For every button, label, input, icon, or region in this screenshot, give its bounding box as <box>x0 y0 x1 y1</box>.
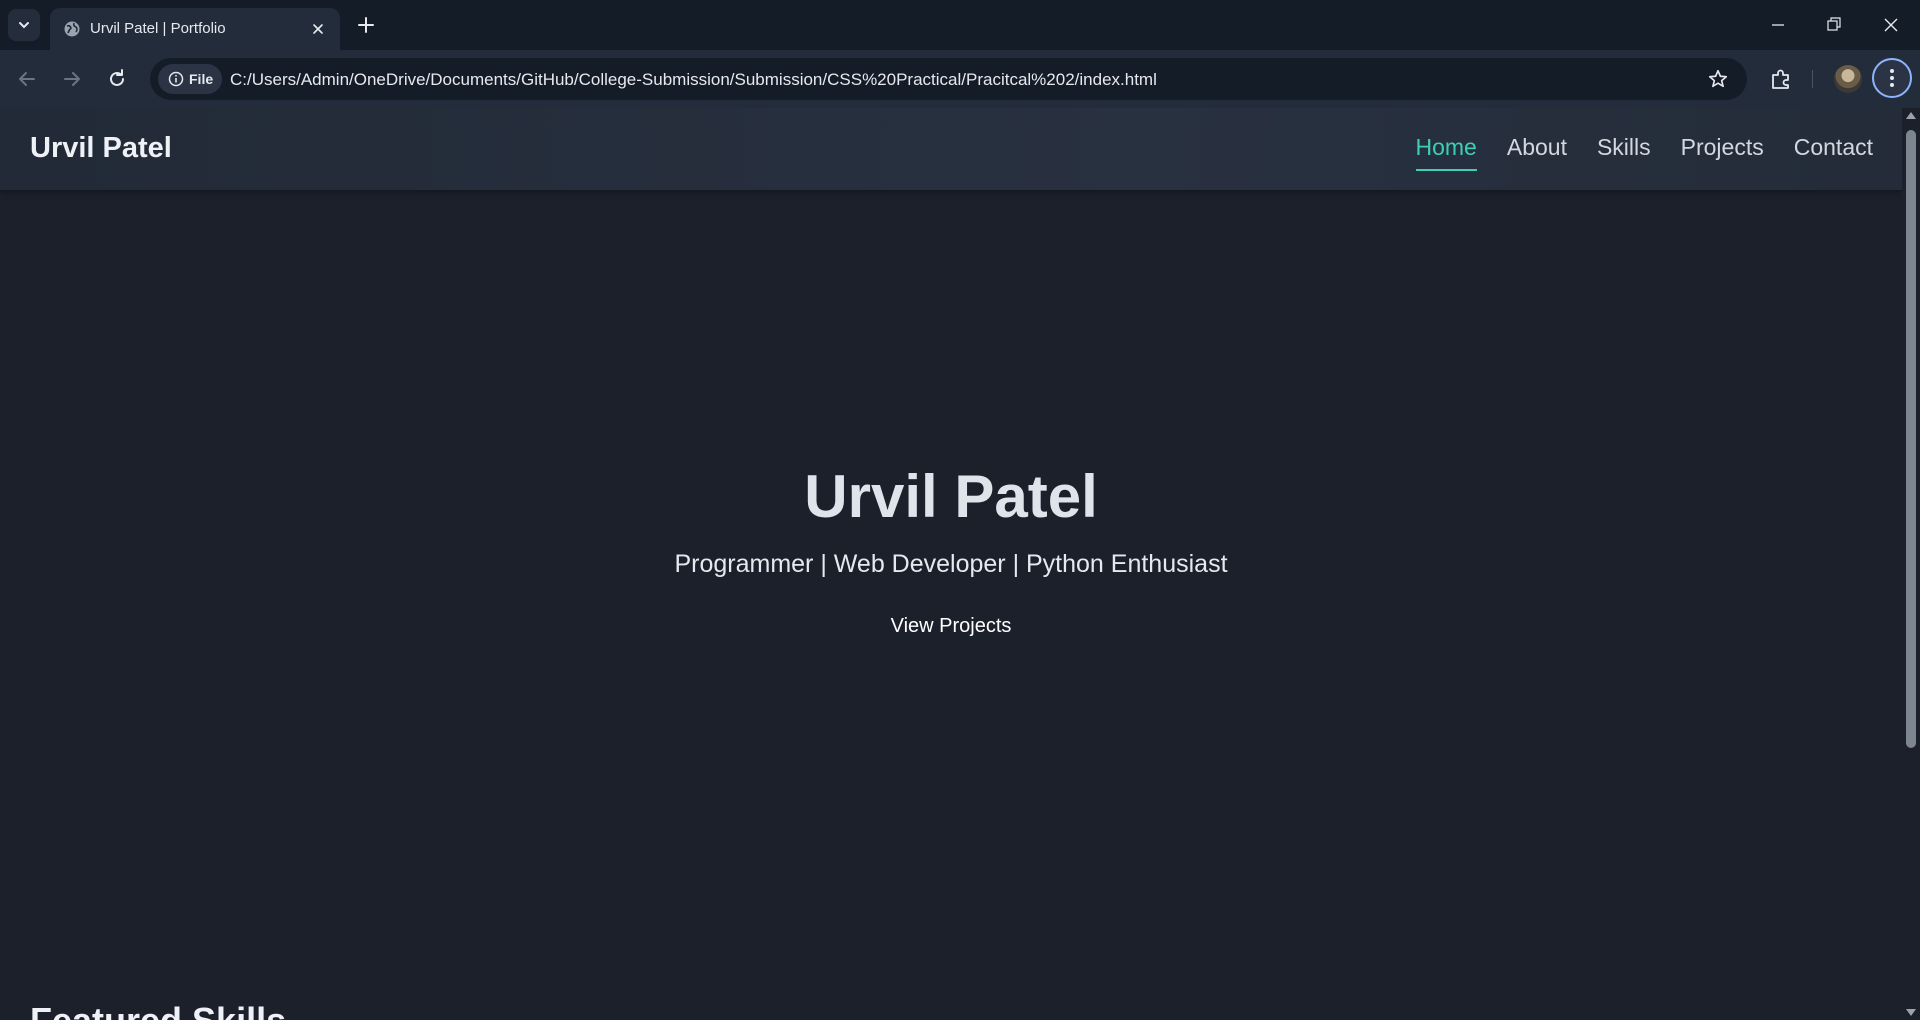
scroll-thumb[interactable] <box>1906 130 1916 748</box>
page-viewport: Urvil Patel Home About Skills Projects C… <box>0 108 1902 1020</box>
nav-links: Home About Skills Projects Contact <box>1415 134 1873 171</box>
nav-link-projects[interactable]: Projects <box>1681 134 1764 171</box>
site-brand[interactable]: Urvil Patel <box>30 132 172 165</box>
site-info-label: File <box>189 71 214 87</box>
star-icon[interactable] <box>1707 68 1729 90</box>
address-bar[interactable]: File C:/Users/Admin/OneDrive/Documents/G… <box>150 58 1747 100</box>
reload-button[interactable] <box>104 66 130 92</box>
url-text[interactable]: C:/Users/Admin/OneDrive/Documents/GitHub… <box>230 70 1157 90</box>
hero-subtitle: Programmer | Web Developer | Python Enth… <box>674 550 1228 578</box>
tab-title: Urvil Patel | Portfolio <box>90 20 226 37</box>
close-icon[interactable] <box>308 19 328 39</box>
scroll-up-arrow[interactable] <box>1906 112 1916 119</box>
globe-icon <box>64 21 80 37</box>
back-button[interactable] <box>14 66 40 92</box>
browser-tab-bar: Urvil Patel | Portfolio <box>0 0 1920 50</box>
chevron-down-icon <box>19 22 29 29</box>
restore-button[interactable] <box>1819 10 1849 40</box>
kebab-icon <box>1890 69 1894 87</box>
page-scrollbar[interactable] <box>1902 108 1920 1020</box>
view-projects-button[interactable]: View Projects <box>891 615 1012 637</box>
minimize-button[interactable] <box>1763 10 1793 40</box>
browser-menu-button[interactable] <box>1872 58 1912 98</box>
info-icon <box>168 71 184 87</box>
browser-tab[interactable]: Urvil Patel | Portfolio <box>50 8 340 50</box>
toolbar-divider <box>1812 70 1813 88</box>
close-window-button[interactable] <box>1876 10 1906 40</box>
profile-avatar[interactable] <box>1834 65 1862 93</box>
new-tab-button[interactable] <box>354 13 378 37</box>
hero-button-row: View Projects <box>0 615 1902 638</box>
forward-button[interactable] <box>59 66 85 92</box>
site-navbar: Urvil Patel Home About Skills Projects C… <box>0 108 1902 190</box>
scroll-down-arrow[interactable] <box>1906 1009 1916 1016</box>
browser-toolbar: File C:/Users/Admin/OneDrive/Documents/G… <box>0 50 1920 108</box>
nav-link-contact[interactable]: Contact <box>1794 134 1873 171</box>
tab-list-button[interactable] <box>8 9 40 41</box>
hero-title: Urvil Patel <box>804 463 1098 530</box>
featured-skills-heading: Featured Skills <box>30 1000 286 1020</box>
nav-link-skills[interactable]: Skills <box>1597 134 1651 171</box>
puzzle-icon[interactable] <box>1768 66 1794 92</box>
site-info-chip[interactable]: File <box>158 64 222 94</box>
nav-link-home[interactable]: Home <box>1415 134 1478 171</box>
nav-link-about[interactable]: About <box>1507 134 1567 171</box>
